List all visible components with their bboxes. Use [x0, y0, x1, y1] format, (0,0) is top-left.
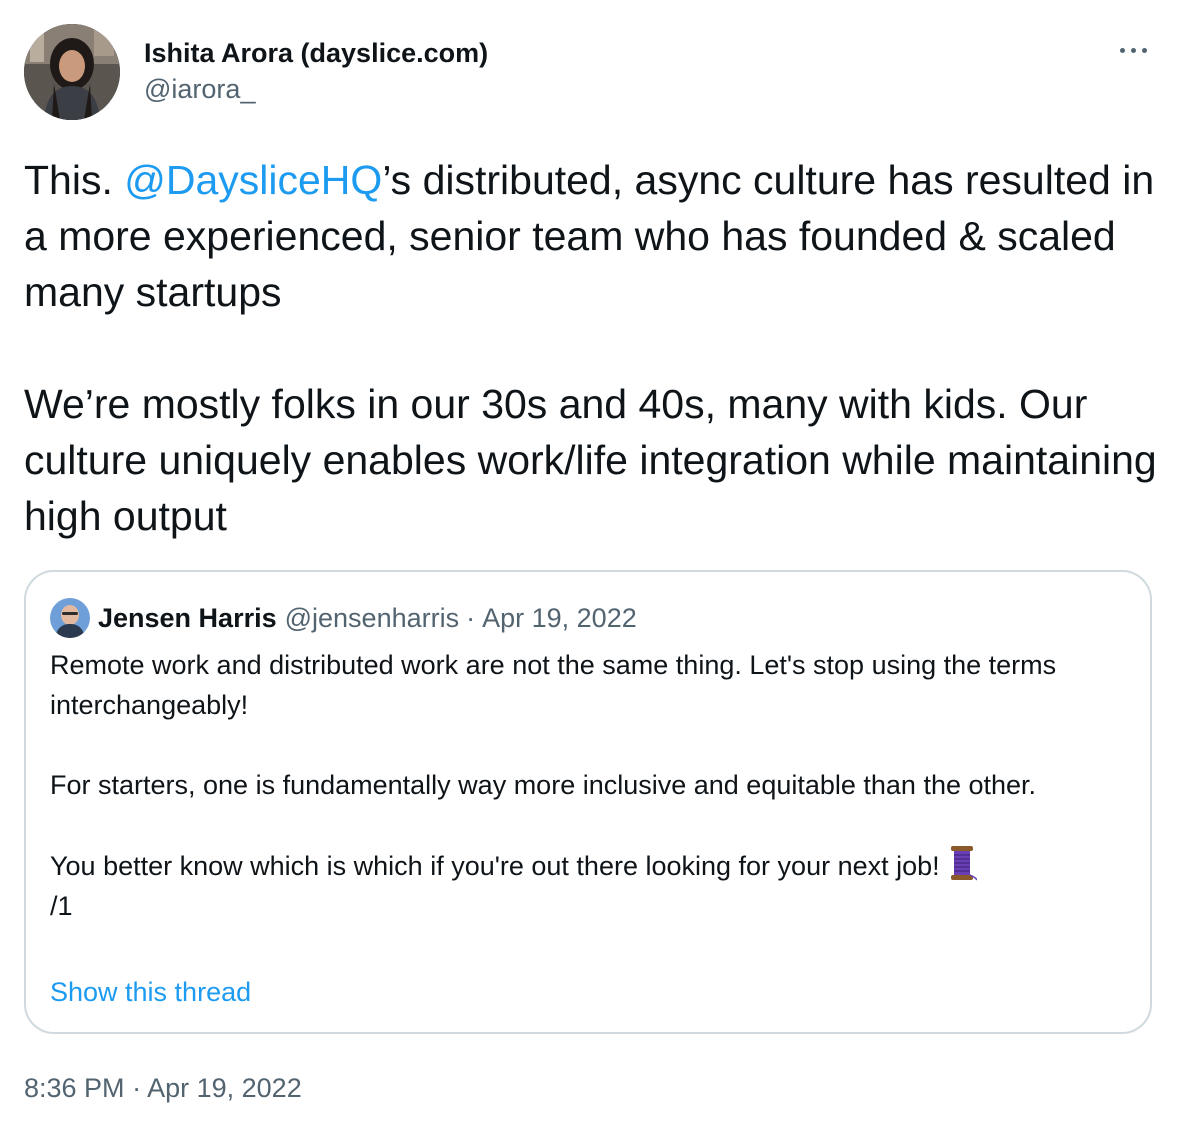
- mention-link[interactable]: @DaysliceHQ: [124, 157, 382, 203]
- quoted-tweet-text: Remote work and distributed work are not…: [50, 645, 1130, 926]
- tweet-time[interactable]: 8:36 PM: [24, 1073, 125, 1103]
- tweet-text-prefix: This.: [24, 157, 125, 203]
- tweet-meta: 8:36 PM · Apr 19, 2022: [24, 1068, 302, 1108]
- show-thread-link[interactable]: Show this thread: [50, 972, 251, 1012]
- author-display-name[interactable]: Ishita Arora (dayslice.com): [144, 36, 488, 70]
- quoted-author-handle[interactable]: @jensenharris: [285, 603, 460, 634]
- quoted-date[interactable]: Apr 19, 2022: [482, 603, 637, 634]
- tweet-date[interactable]: Apr 19, 2022: [147, 1073, 302, 1103]
- quoted-text-part2: /1: [50, 891, 73, 921]
- quoted-text-part1: Remote work and distributed work are not…: [50, 650, 1057, 881]
- meta-separator: ·: [132, 1073, 142, 1103]
- author-handle[interactable]: @iarora_: [144, 72, 488, 106]
- thread-spool-icon: [947, 845, 978, 881]
- author-info: Ishita Arora (dayslice.com) @iarora_: [144, 36, 488, 106]
- tweet-text-rest: ’s distributed, async culture has result…: [24, 157, 1157, 539]
- tweet-text: This. @DaysliceHQ’s distributed, async c…: [24, 152, 1164, 544]
- quoted-tweet-header: Jensen Harris @jensenharris · Apr 19, 20…: [50, 598, 637, 638]
- quoted-tweet[interactable]: Jensen Harris @jensenharris · Apr 19, 20…: [24, 570, 1152, 1034]
- author-avatar[interactable]: [24, 24, 120, 120]
- more-horizontal-icon[interactable]: [1116, 36, 1152, 64]
- quoted-author-avatar[interactable]: [50, 598, 90, 638]
- quoted-author-name[interactable]: Jensen Harris: [98, 603, 277, 634]
- tweet-header: Ishita Arora (dayslice.com) @iarora_: [24, 24, 1154, 124]
- tweet-card: Ishita Arora (dayslice.com) @iarora_ Thi…: [0, 0, 1178, 1130]
- quoted-separator: ·: [466, 602, 476, 633]
